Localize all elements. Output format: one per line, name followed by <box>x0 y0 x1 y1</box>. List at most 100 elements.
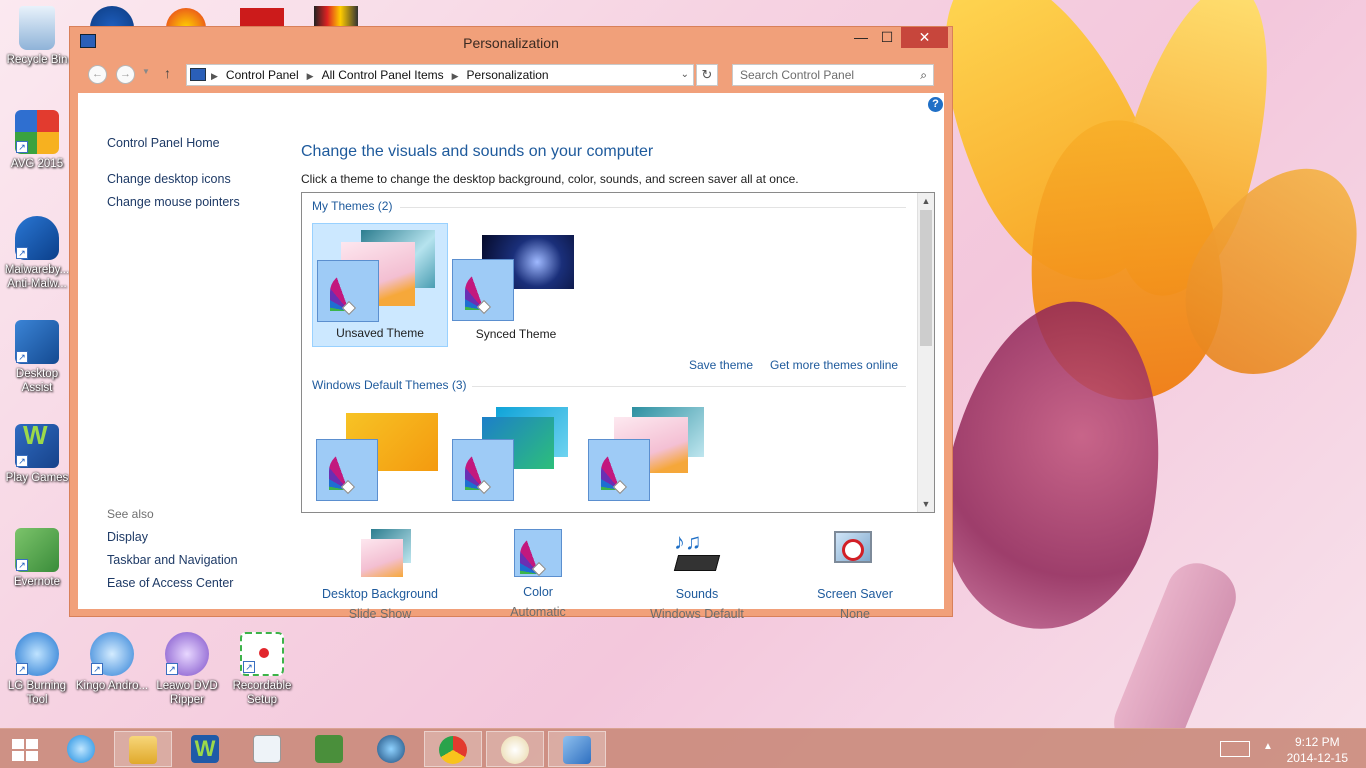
clock-date: 2014-12-15 <box>1286 751 1348 765</box>
theme-label: Synced Theme <box>475 327 557 341</box>
divider <box>400 207 906 208</box>
desktop-assist-icon: ↗ <box>15 320 59 364</box>
setting-name: Color <box>523 585 553 599</box>
search-placeholder: Search Control Panel <box>740 68 855 82</box>
taskbar-app-4[interactable] <box>238 731 296 767</box>
kingo-icon: ↗ <box>90 632 134 676</box>
address-bar[interactable]: ▶ Control Panel ▶ All Control Panel Items ▶ P… <box>186 64 694 86</box>
help-icon[interactable]: ? <box>928 97 943 112</box>
setting-value: None <box>840 607 870 621</box>
chevron-down-icon[interactable]: ⌄ <box>681 65 689 85</box>
back-button[interactable]: ← <box>88 65 107 84</box>
arrow-up-icon: ↑ <box>164 65 171 81</box>
breadcrumb-personalization[interactable]: Personalization <box>467 68 549 82</box>
evernote-icon: ↗ <box>15 528 59 572</box>
theme-flowers[interactable] <box>584 403 720 512</box>
show-hidden-icons[interactable]: ▲ <box>1263 741 1273 752</box>
color-setting[interactable]: Color Automatic <box>463 529 613 619</box>
change-mouse-pointers-link[interactable]: Change mouse pointers <box>107 195 240 209</box>
desktop-icon-recycle-bin[interactable]: Recycle Bin <box>0 6 74 67</box>
search-icon: ⌕ <box>920 68 927 82</box>
my-themes-header: My Themes (2) <box>312 199 393 213</box>
divider <box>472 386 906 387</box>
play-games-icon: W ↗ <box>15 422 59 468</box>
touch-keyboard-icon[interactable] <box>1220 741 1250 757</box>
desktop-background-setting[interactable]: Desktop Background Slide Show <box>305 529 455 621</box>
theme-synced[interactable]: Synced Theme <box>448 223 584 347</box>
taskbar-play-games[interactable]: W <box>176 731 234 767</box>
taskbar-file-explorer[interactable] <box>114 731 172 767</box>
setting-name: Desktop Background <box>321 587 439 601</box>
film-icon <box>377 735 405 763</box>
arrow-left-icon: ← <box>92 68 103 80</box>
desktop-icon-kingo[interactable]: ↗ Kingo Andro... <box>75 632 149 693</box>
setting-value: Windows Default <box>650 607 744 621</box>
change-desktop-icons-link[interactable]: Change desktop icons <box>107 172 231 186</box>
start-button[interactable] <box>12 739 38 761</box>
title-bar[interactable]: Personalization — ☐ ✕ <box>70 27 952 57</box>
color-palette-icon <box>452 439 514 501</box>
screen-saver-setting[interactable]: Screen Saver None <box>780 529 930 621</box>
refresh-button[interactable]: ↻ <box>696 64 718 86</box>
theme-windows[interactable] <box>312 403 448 512</box>
desktop-icon-lg-burning[interactable]: ↗ LG Burning Tool <box>0 632 74 707</box>
desktop-icon-malwarebytes[interactable]: ↗ Malwareby... Anti-Malw... <box>0 216 74 291</box>
display-link[interactable]: Display <box>107 530 148 544</box>
color-palette-icon <box>317 260 379 322</box>
desktop-icon-avg[interactable]: ↗ AVG 2015 <box>0 110 74 171</box>
clock-time: 9:12 PM <box>1294 735 1340 749</box>
scroll-up-icon[interactable]: ▲ <box>918 193 934 209</box>
theme-lines-and-colors[interactable] <box>448 403 584 512</box>
control-panel-icon <box>563 736 591 764</box>
color-palette-icon <box>316 439 378 501</box>
paint-palette-icon <box>501 736 529 764</box>
scroll-down-icon[interactable]: ▼ <box>918 496 934 512</box>
desktop-icon-play-games[interactable]: W ↗ Play Games <box>0 422 74 485</box>
control-panel-home-link[interactable]: Control Panel Home <box>107 136 220 150</box>
forward-button[interactable]: → <box>116 65 135 84</box>
breadcrumb-all-items[interactable]: All Control Panel Items <box>322 68 444 82</box>
search-input[interactable]: Search Control Panel ⌕ <box>732 64 934 86</box>
taskbar-control-panel[interactable] <box>548 731 606 767</box>
folder-icon <box>129 736 157 764</box>
desktop-icon-evernote[interactable]: ↗ Evernote <box>0 528 74 589</box>
save-theme-link[interactable]: Save theme <box>689 358 753 372</box>
control-panel-icon <box>190 68 206 81</box>
setting-name: Screen Saver <box>817 587 893 601</box>
recent-locations-dropdown[interactable]: ▼ <box>142 67 150 76</box>
desktop-icon-leawo[interactable]: ↗ Leawo DVD Ripper <box>150 632 224 707</box>
taskbar-media-player[interactable] <box>362 731 420 767</box>
theme-label: Unsaved Theme <box>336 326 424 340</box>
breadcrumb-control-panel[interactable]: Control Panel <box>226 68 299 82</box>
internet-explorer-icon <box>67 735 95 763</box>
get-more-themes-link[interactable]: Get more themes online <box>770 358 898 372</box>
malwarebytes-icon: ↗ <box>15 216 59 260</box>
taskbar-chrome[interactable] <box>424 731 482 767</box>
sounds-icon: ♪♫ <box>672 529 722 579</box>
system-clock[interactable]: 9:12 PM 2014-12-15 <box>1287 734 1348 766</box>
color-palette-icon <box>588 439 650 501</box>
desktop-icon-recordable[interactable]: ↗ Recordable Setup <box>225 632 299 707</box>
screen-saver-icon <box>830 529 880 579</box>
taskbar-internet-explorer[interactable] <box>52 731 110 767</box>
up-button[interactable]: ↑ <box>164 65 171 81</box>
recordable-icon: ↗ <box>240 632 284 676</box>
sounds-setting[interactable]: ♪♫ Sounds Windows Default <box>622 529 772 621</box>
ease-of-access-link[interactable]: Ease of Access Center <box>107 576 233 590</box>
theme-list-scrollbar[interactable]: ▲ ▼ <box>917 193 934 512</box>
taskbar-paint[interactable] <box>486 731 544 767</box>
minimize-button[interactable]: — <box>848 27 874 48</box>
taskbar-evernote[interactable] <box>300 731 358 767</box>
desktop-icon-desktop-assist[interactable]: ↗ Desktop Assist <box>0 320 74 395</box>
setting-value: Slide Show <box>348 607 412 621</box>
theme-unsaved[interactable]: Unsaved Theme <box>312 223 448 347</box>
desktop-icon-partial-3 <box>240 8 284 28</box>
taskbar-navigation-link[interactable]: Taskbar and Navigation <box>107 553 238 567</box>
taskbar: W ▲ 9:12 PM 2014-12-15 <box>0 728 1366 768</box>
close-button[interactable]: ✕ <box>901 27 948 48</box>
content-area: ? Control Panel Home Change desktop icon… <box>78 93 944 621</box>
window-title: Personalization <box>463 35 559 51</box>
maximize-button[interactable]: ☐ <box>874 27 900 48</box>
scrollbar-thumb[interactable] <box>920 210 932 346</box>
chevron-right-icon: ▶ <box>306 71 314 81</box>
